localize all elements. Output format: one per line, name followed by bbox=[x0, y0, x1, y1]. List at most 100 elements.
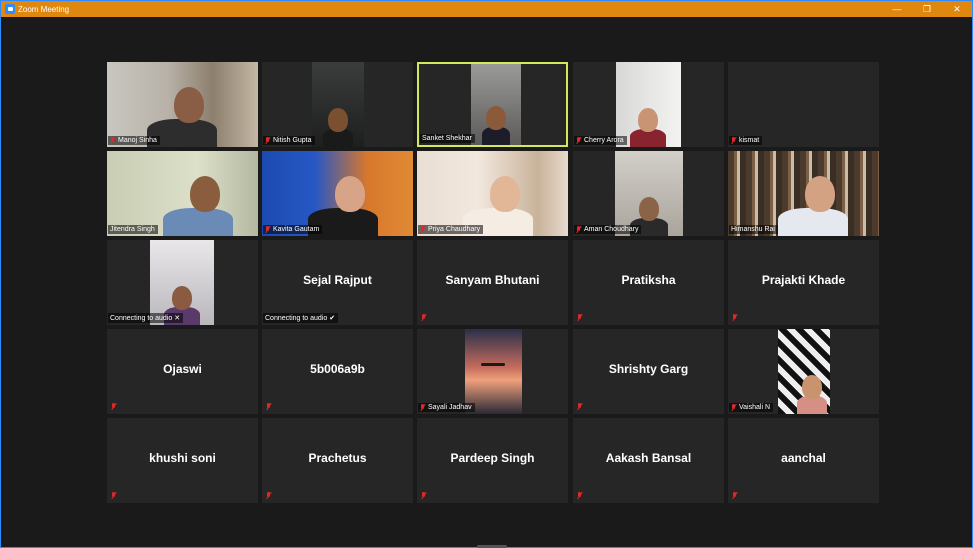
person-face bbox=[190, 176, 220, 212]
participant-name: Cherry Arora bbox=[584, 137, 624, 144]
participant-tile[interactable]: Sayali Jadhav bbox=[417, 329, 568, 414]
participant-name-label: Nitish Gupta bbox=[263, 136, 315, 145]
participant-display-name: Sanyam Bhutani bbox=[445, 273, 540, 287]
muted-mic-icon bbox=[420, 226, 426, 233]
person-face bbox=[174, 87, 204, 123]
participant-name: Sanket Shekhar bbox=[422, 135, 472, 142]
profile-picture bbox=[778, 329, 830, 414]
participant-name: Manoj Sinha bbox=[118, 137, 157, 144]
participant-tile[interactable]: 5b006a9b bbox=[262, 329, 413, 414]
participant-tile[interactable]: Manoj Sinha bbox=[107, 62, 258, 147]
participant-tile[interactable]: Prajakti Khade bbox=[728, 240, 879, 325]
video-feed bbox=[312, 62, 364, 147]
participant-tile[interactable]: Cherry Arora bbox=[573, 62, 724, 147]
participant-tile[interactable]: Aman Choudhary bbox=[573, 151, 724, 236]
video-feed bbox=[262, 151, 413, 236]
person-face bbox=[639, 197, 659, 221]
participant-tile[interactable]: Ojaswi bbox=[107, 329, 258, 414]
participant-name-label: Himanshu Rai bbox=[729, 225, 778, 234]
muted-mic-icon bbox=[111, 492, 117, 499]
video-feed bbox=[417, 151, 568, 236]
video-feed bbox=[471, 64, 521, 145]
participant-name-label: Manoj Sinha bbox=[108, 136, 160, 145]
participant-name: kismat bbox=[739, 137, 760, 144]
person-face bbox=[805, 176, 835, 212]
participant-tile[interactable]: Shrishty Garg bbox=[573, 329, 724, 414]
person-face bbox=[328, 108, 348, 132]
muted-mic-icon bbox=[576, 226, 582, 233]
participant-name-label: Cherry Arora bbox=[574, 136, 627, 145]
zoom-window: Zoom Meeting — ❐ ✕ Manoj Sinha Nitish Gup… bbox=[0, 0, 973, 548]
participant-tile[interactable]: Pardeep Singh bbox=[417, 418, 568, 503]
participant-name-label: Priya Chaudhary bbox=[418, 225, 484, 234]
muted-mic-icon bbox=[265, 226, 271, 233]
participant-tile[interactable]: Sanket Shekhar bbox=[417, 62, 568, 147]
participant-display-name: Pratiksha bbox=[621, 273, 676, 287]
participant-name-label: Aman Choudhary bbox=[574, 225, 642, 234]
participant-display-name: Sejal Rajput bbox=[303, 273, 372, 287]
check-icon: ✔ bbox=[329, 315, 336, 322]
person-face bbox=[172, 286, 192, 310]
person-body bbox=[777, 208, 848, 236]
participant-tile[interactable]: Jitendra Singh bbox=[107, 151, 258, 236]
participant-name-label: Kavita Gautam bbox=[263, 225, 323, 234]
participant-name-label: Sanket Shekhar bbox=[420, 134, 475, 143]
participant-tile[interactable]: Himanshu Rai bbox=[728, 151, 879, 236]
participant-tile[interactable]: Aakash Bansal bbox=[573, 418, 724, 503]
muted-mic-icon bbox=[265, 137, 271, 144]
muted-mic-icon bbox=[420, 404, 426, 411]
participant-tile[interactable]: Connecting to audio ✕ bbox=[107, 240, 258, 325]
participant-name: Priya Chaudhary bbox=[428, 226, 481, 233]
participant-name-label: Sayali Jadhav bbox=[418, 403, 475, 412]
participant-tile[interactable]: Nitish Gupta bbox=[262, 62, 413, 147]
participant-tile[interactable]: Sejal Rajput Connecting to audio ✔ bbox=[262, 240, 413, 325]
muted-mic-icon bbox=[576, 137, 582, 144]
participant-tile[interactable]: Prachetus bbox=[262, 418, 413, 503]
participant-tile[interactable]: khushi soni bbox=[107, 418, 258, 503]
participant-display-name: Ojaswi bbox=[163, 362, 202, 376]
participant-tile[interactable]: Pratiksha bbox=[573, 240, 724, 325]
audio-status-label: Connecting to audio ✔ bbox=[263, 313, 339, 323]
muted-mic-icon bbox=[110, 137, 116, 144]
window-title: Zoom Meeting bbox=[18, 4, 70, 14]
participant-name: Nitish Gupta bbox=[273, 137, 312, 144]
restore-button[interactable]: ❐ bbox=[912, 1, 942, 17]
participant-tile[interactable]: kismat bbox=[728, 62, 879, 147]
muted-mic-icon bbox=[732, 492, 738, 499]
participant-tile[interactable]: aanchal bbox=[728, 418, 879, 503]
participant-display-name: 5b006a9b bbox=[310, 362, 365, 376]
muted-mic-icon bbox=[421, 314, 427, 321]
muted-mic-icon bbox=[732, 314, 738, 321]
muted-mic-icon bbox=[731, 137, 737, 144]
muted-mic-icon bbox=[421, 492, 427, 499]
participant-name: Himanshu Rai bbox=[731, 226, 775, 233]
person-face bbox=[802, 375, 822, 399]
participant-display-name: Shrishty Garg bbox=[608, 362, 689, 376]
person-face bbox=[335, 176, 365, 212]
audio-status-label: Connecting to audio ✕ bbox=[108, 313, 184, 323]
participant-tile[interactable]: Sanyam Bhutani bbox=[417, 240, 568, 325]
airplane-icon bbox=[481, 363, 505, 366]
participant-tile[interactable]: Kavita Gautam bbox=[262, 151, 413, 236]
zoom-app-icon bbox=[5, 4, 15, 14]
person-face bbox=[490, 176, 520, 212]
video-feed bbox=[107, 151, 258, 236]
audio-status-text: Connecting to audio bbox=[265, 314, 328, 322]
x-icon: ✕ bbox=[174, 315, 181, 322]
participant-name: Jitendra Singh bbox=[110, 226, 155, 233]
participant-display-name: Pardeep Singh bbox=[450, 451, 535, 465]
participant-name: Aman Choudhary bbox=[584, 226, 639, 233]
participant-name: Vaishali N bbox=[739, 404, 770, 411]
video-feed bbox=[107, 62, 258, 147]
participant-tile[interactable]: Priya Chaudhary bbox=[417, 151, 568, 236]
audio-status-text: Connecting to audio bbox=[110, 314, 173, 322]
participant-name-label: Vaishali N bbox=[729, 403, 773, 412]
minimize-button[interactable]: — bbox=[882, 1, 912, 17]
participant-name-label: kismat bbox=[729, 136, 763, 145]
participant-tile[interactable]: Vaishali N bbox=[728, 329, 879, 414]
close-button[interactable]: ✕ bbox=[942, 1, 972, 17]
muted-mic-icon bbox=[577, 492, 583, 499]
participant-display-name: khushi soni bbox=[149, 451, 216, 465]
participant-display-name: Prajakti Khade bbox=[761, 273, 846, 287]
participant-display-name: Prachetus bbox=[308, 451, 367, 465]
